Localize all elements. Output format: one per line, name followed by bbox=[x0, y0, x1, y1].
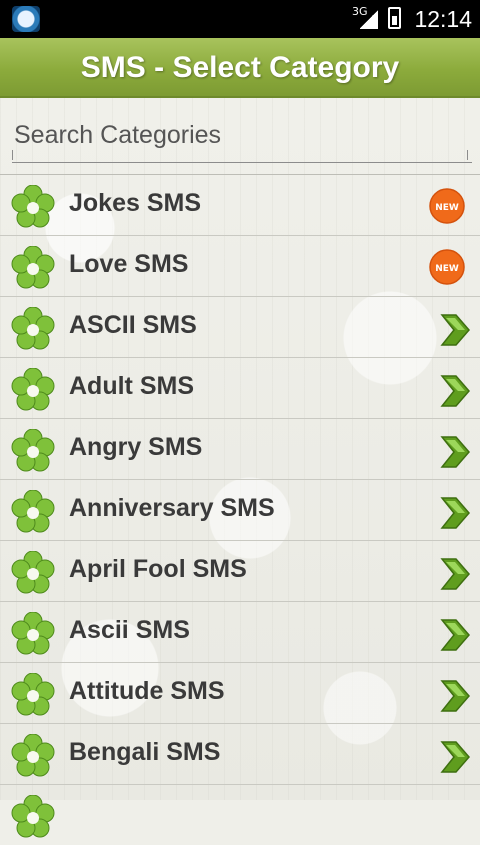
category-row-ascii-upper[interactable]: ASCII SMS bbox=[0, 296, 480, 357]
chevron-right-icon bbox=[440, 558, 470, 590]
category-label: Jokes SMS bbox=[69, 189, 202, 217]
flower-icon bbox=[11, 307, 55, 350]
flower-icon bbox=[11, 185, 55, 228]
flower-icon bbox=[11, 551, 55, 594]
title-bar: SMS - Select Category bbox=[0, 38, 480, 98]
category-row-love[interactable]: Love SMS NEW bbox=[0, 235, 480, 296]
category-label: Adult SMS bbox=[69, 372, 194, 400]
category-row-bengali[interactable]: Bengali SMS bbox=[0, 723, 480, 784]
chevron-right-icon bbox=[440, 741, 470, 773]
category-row-adult[interactable]: Adult SMS bbox=[0, 357, 480, 418]
chevron-right-icon bbox=[440, 314, 470, 346]
category-row-angry[interactable]: Angry SMS bbox=[0, 418, 480, 479]
flower-icon bbox=[11, 429, 55, 472]
category-label: Love SMS bbox=[69, 250, 189, 278]
signal-icon bbox=[360, 9, 378, 29]
category-row-april-fool[interactable]: April Fool SMS bbox=[0, 540, 480, 601]
svg-text:NEW: NEW bbox=[435, 203, 459, 213]
flower-icon bbox=[11, 490, 55, 533]
chevron-right-icon bbox=[440, 680, 470, 712]
chevron-right-icon bbox=[440, 619, 470, 651]
category-list: Jokes SMS NEW Love SMS NEW ASCII SMS Adu… bbox=[0, 174, 480, 845]
app-notification-icon bbox=[12, 6, 40, 32]
flower-icon bbox=[11, 734, 55, 777]
category-row-attitude[interactable]: Attitude SMS bbox=[0, 662, 480, 723]
new-badge: NEW bbox=[429, 188, 465, 224]
svg-text:NEW: NEW bbox=[435, 264, 459, 274]
chevron-right-icon bbox=[440, 375, 470, 407]
search-input[interactable] bbox=[12, 108, 472, 163]
category-row-jokes[interactable]: Jokes SMS NEW bbox=[0, 174, 480, 235]
chevron-right-icon bbox=[440, 436, 470, 468]
clock: 12:14 bbox=[414, 6, 472, 32]
page-title: SMS - Select Category bbox=[80, 51, 400, 84]
category-label: Attitude SMS bbox=[69, 677, 225, 705]
search-underline-left bbox=[12, 150, 13, 160]
category-label: Anniversary SMS bbox=[69, 494, 275, 522]
new-badge: NEW bbox=[429, 249, 465, 285]
battery-icon bbox=[388, 7, 401, 29]
flower-icon bbox=[11, 246, 55, 289]
category-label: Bengali SMS bbox=[69, 738, 221, 766]
category-row-ascii[interactable]: Ascii SMS bbox=[0, 601, 480, 662]
flower-icon bbox=[11, 795, 55, 838]
flower-icon bbox=[11, 673, 55, 716]
flower-icon bbox=[11, 368, 55, 411]
chevron-right-icon bbox=[440, 497, 470, 529]
category-row-partial[interactable] bbox=[0, 784, 480, 845]
search-underline-right bbox=[467, 150, 468, 160]
category-row-anniversary[interactable]: Anniversary SMS bbox=[0, 479, 480, 540]
flower-icon bbox=[11, 612, 55, 655]
status-bar: 3G 12:14 bbox=[0, 0, 480, 38]
category-label: Ascii SMS bbox=[69, 616, 190, 644]
category-label: ASCII SMS bbox=[69, 311, 197, 339]
category-label: Angry SMS bbox=[69, 433, 203, 461]
category-label: April Fool SMS bbox=[69, 555, 247, 583]
